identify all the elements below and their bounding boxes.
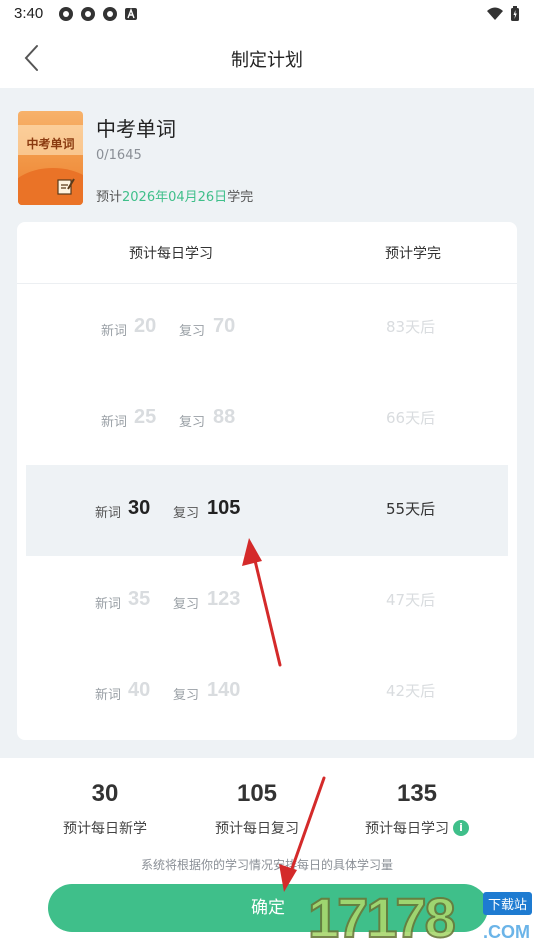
summary-total-label: 预计每日学习	[365, 821, 449, 837]
finish-date: 2026年04月26日	[122, 190, 228, 205]
plan-table-header: 预计每日学习 预计学完	[17, 222, 517, 284]
new-words-value: 20	[134, 315, 157, 337]
notebook-pen-icon	[57, 178, 75, 195]
summary-total-label-wrap: 预计每日学习 i	[365, 818, 469, 838]
finish-days: 42天后	[386, 682, 436, 700]
summary-review: 105 预计每日复习	[168, 780, 346, 838]
book-finish-estimate: 预计2026年04月26日学完	[96, 186, 253, 205]
plan-option[interactable]: 新词 25 复习 88 66天后	[26, 374, 508, 465]
summary-total: 135 预计每日学习 i	[328, 780, 506, 838]
new-words-label: 新词	[101, 415, 128, 430]
review-label: 复习	[179, 415, 206, 430]
watermark-suffix: .COM	[483, 922, 530, 942]
review-value: 105	[207, 497, 241, 519]
status-system-icons	[486, 6, 520, 22]
header-daily-study: 预计每日学习	[129, 246, 213, 262]
new-words-label: 新词	[101, 324, 128, 339]
battery-icon	[511, 6, 519, 21]
new-words-value: 40	[128, 679, 151, 701]
summary-review-value: 105	[236, 780, 278, 807]
nav-bar: 制定计划	[0, 28, 534, 88]
cover-title: 中考单词	[26, 137, 75, 151]
watermark-logo: 17178 下载站 .COM	[307, 885, 534, 950]
plan-option[interactable]: 新词 40 复习 140 42天后	[26, 647, 508, 738]
summary-new-label: 预计每日新学	[63, 821, 147, 837]
finish-prefix: 预计	[96, 190, 123, 205]
review-value: 140	[207, 679, 241, 701]
finish-days: 66天后	[386, 409, 436, 427]
finish-days: 55天后	[386, 500, 436, 518]
review-label: 复习	[179, 324, 206, 339]
app-notification-icon	[81, 7, 95, 21]
header-finish: 预计学完	[385, 246, 441, 262]
review-value: 88	[213, 406, 236, 428]
app-notification-icon	[59, 7, 73, 21]
info-icon[interactable]: i	[453, 820, 469, 836]
status-bar: 3:40	[0, 0, 534, 28]
review-label: 复习	[173, 688, 200, 703]
review-value: 123	[207, 588, 241, 610]
new-words-label: 新词	[95, 597, 122, 612]
summary-note: 系统将根据你的学习情况安排每日的具体学习量	[140, 858, 393, 872]
watermark-tag: 下载站	[482, 892, 532, 915]
summary-review-label: 预计每日复习	[215, 821, 299, 837]
review-label: 复习	[173, 597, 200, 612]
new-words-label: 新词	[95, 688, 122, 703]
new-words-value: 30	[128, 497, 151, 519]
watermark-digits: 17178	[307, 885, 457, 950]
book-progress: 0/1645	[96, 148, 142, 163]
plan-option-selected[interactable]: 新词 30 复习 105 55天后	[26, 465, 508, 556]
page-title: 制定计划	[231, 50, 303, 71]
review-value: 70	[213, 315, 236, 337]
text-a-icon	[125, 8, 137, 20]
book-cover: 中考单词	[18, 111, 83, 205]
finish-days: 83天后	[386, 318, 436, 336]
wifi-icon	[487, 7, 503, 20]
new-words-value: 25	[134, 406, 157, 428]
plan-option[interactable]: 新词 20 复习 70 83天后	[26, 283, 508, 374]
finish-suffix: 学完	[227, 190, 254, 205]
finish-days: 47天后	[386, 591, 436, 609]
book-name: 中考单词	[96, 117, 176, 141]
new-words-value: 35	[128, 588, 151, 610]
plan-picker-card: 预计每日学习 预计学完 新词 20 复习 70 83天后 新词 25 复习 88…	[17, 222, 517, 740]
app-notification-icon	[103, 7, 117, 21]
review-label: 复习	[173, 506, 200, 521]
status-time: 3:40	[14, 5, 44, 22]
status-notification-icons	[58, 6, 138, 22]
summary-total-value: 135	[396, 780, 438, 807]
new-words-label: 新词	[95, 506, 122, 521]
plan-option[interactable]: 新词 35 复习 123 47天后	[26, 556, 508, 647]
